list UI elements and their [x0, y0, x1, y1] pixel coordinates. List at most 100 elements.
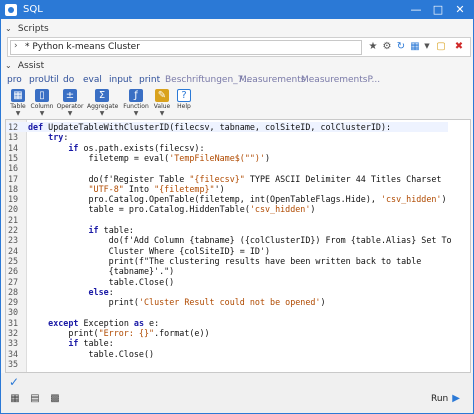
code-text: else: — [88, 286, 114, 297]
line-number: 20 — [8, 204, 19, 215]
tab-eval[interactable]: eval — [83, 75, 102, 85]
folder-icon[interactable]: ▢ — [434, 40, 448, 53]
status-bar: ✓ ▦ ▤ ▩ Run ▶ — [1, 373, 473, 413]
app-icon — [5, 4, 17, 16]
line-number: 28 — [8, 286, 19, 297]
tool-label: Column — [30, 103, 54, 110]
code-text: table.Close() — [28, 348, 155, 359]
tab-measurementsp[interactable]: MeasurementsP... — [301, 75, 380, 85]
line-number: 33 — [8, 338, 19, 349]
line-number: 14 — [8, 142, 19, 153]
code-text: try: — [48, 132, 69, 143]
script-select[interactable]: › * Python k-means Cluster — [10, 40, 362, 55]
code-text: Cluster Where {colSiteID} = ID') — [28, 245, 271, 256]
line-number: 15 — [8, 152, 19, 163]
line-number: 13 — [8, 132, 19, 143]
line-number: 30 — [8, 307, 19, 318]
code-line: 12 def UpdateTableWithClusterID(filecsv, … — [6, 122, 448, 132]
close-icon[interactable]: ✕ — [449, 1, 471, 19]
code-text: do(f'Add Column {tabname} ({colClusterID… — [28, 235, 452, 246]
maximize-icon[interactable]: □ — [427, 1, 449, 19]
line-number: 32 — [8, 328, 19, 338]
code-text: if table: — [88, 225, 134, 235]
tab-input[interactable]: input — [109, 75, 132, 85]
help-tool-button[interactable]: ? Help — [169, 89, 199, 119]
line-number: 27 — [8, 276, 19, 287]
line-number: 17 — [8, 173, 19, 184]
line-number: 34 — [8, 348, 19, 359]
code-text: "UTF-8" Into "{filetemp}"') — [88, 183, 225, 194]
run-label: Run — [431, 394, 449, 404]
dropdown-icon[interactable]: ▼ — [420, 40, 434, 53]
line-number: 25 — [8, 255, 19, 266]
chevron-down-icon: ⌄ — [5, 24, 12, 33]
code-text: pro.Catalog.OpenTable(filetemp, int(Open… — [28, 194, 447, 205]
title-bar: SQL — □ ✕ — [1, 1, 473, 19]
tool-label: Operator — [56, 103, 84, 110]
line-number: 26 — [8, 266, 19, 277]
line-number: 19 — [8, 194, 19, 205]
line-number: 24 — [8, 245, 19, 256]
grid-icon[interactable]: ▦ — [9, 393, 21, 405]
function-icon: ƒ — [129, 89, 143, 102]
line-number: 35 — [8, 358, 19, 369]
line-number: 12 — [8, 122, 19, 132]
delete-icon[interactable]: ✖ — [452, 40, 466, 53]
sigma-icon: Σ — [95, 89, 109, 102]
scripts-section-toggle[interactable]: ⌄ Scripts — [5, 22, 49, 36]
line-number: 16 — [8, 163, 19, 174]
sql-window: SQL — □ ✕ ⌄ Scripts › * Python k-means C… — [0, 0, 474, 414]
code-text: def UpdateTableWithClusterID(filecsv, ta… — [28, 122, 392, 132]
play-icon: ▶ — [452, 393, 460, 404]
line-number: 29 — [8, 297, 19, 308]
tab-do[interactable]: do — [63, 75, 74, 85]
scripts-toolbar: › * Python k-means Cluster ★ ⚙ ↻ ▦ ▼ ▢ ✖ — [7, 37, 471, 57]
refresh-icon[interactable]: ↻ — [394, 40, 408, 53]
aggregate-tool-button[interactable]: Σ Aggregate ▼ — [87, 89, 118, 119]
value-icon: ✎ — [155, 89, 169, 102]
line-number: 23 — [8, 235, 19, 246]
star-icon[interactable]: ★ — [366, 40, 380, 53]
table-view-icon[interactable]: ▤ — [29, 393, 41, 405]
gear-icon[interactable]: ⚙ — [380, 40, 394, 53]
assist-section-toggle[interactable]: ⌄ Assist — [5, 59, 44, 73]
column-tool-button[interactable]: ▯ Column ▼ — [27, 89, 57, 119]
code-text: print(f"The clustering results have been… — [28, 255, 422, 266]
chevron-down-icon: ▼ — [99, 110, 105, 117]
minimize-icon[interactable]: — — [405, 1, 427, 19]
operator-icon: ± — [63, 89, 77, 102]
tab-print[interactable]: print — [139, 75, 160, 85]
chevron-down-icon: ▼ — [67, 110, 73, 117]
line-number: 18 — [8, 183, 19, 194]
code-text: print('Cluster Result could not be opene… — [28, 297, 326, 308]
chevron-down-icon: ▼ — [39, 110, 45, 117]
chevron-down-icon: ⌄ — [5, 61, 12, 70]
line-number: 31 — [8, 317, 19, 328]
tab-proutil[interactable]: proUtil — [29, 75, 59, 85]
code-text: if table: — [68, 338, 114, 349]
window-title: SQL — [23, 4, 43, 15]
code-text: do(f'Register Table "{filecsv}" TYPE ASC… — [28, 173, 442, 184]
table-icon: ▦ — [11, 89, 25, 102]
run-button[interactable]: Run ▶ — [431, 393, 460, 405]
code-text: {tabname}'.") — [28, 266, 175, 277]
operator-tool-button[interactable]: ± Operator ▼ — [55, 89, 85, 119]
scripts-header: Scripts — [17, 24, 49, 34]
layout-icon[interactable]: ▩ — [49, 393, 61, 405]
code-text: except Exception as e: — [48, 317, 160, 328]
help-icon: ? — [177, 89, 191, 102]
script-select-value: * Python k-means Cluster — [25, 42, 140, 52]
code-text: if os.path.exists(filecsv): — [68, 142, 205, 153]
code-text: table = pro.Catalog.HiddenTable('csv_hid… — [28, 204, 316, 215]
tool-label: Help — [177, 103, 191, 110]
tab-pro[interactable]: pro — [7, 75, 22, 85]
check-icon[interactable]: ✓ — [9, 375, 19, 389]
line-number: 22 — [8, 225, 19, 235]
chevron-right-icon: › — [14, 41, 18, 51]
assist-header: Assist — [17, 61, 45, 71]
tab-measurements[interactable]: Measurements — [239, 75, 305, 85]
column-icon: ▯ — [35, 89, 49, 102]
code-text: filetemp = eval('TempFileName$("")') — [28, 152, 271, 163]
code-text: print("Error: {}".format(e)) — [28, 328, 210, 338]
code-editor[interactable]: 12 def UpdateTableWithClusterID(filecsv, … — [5, 119, 471, 373]
